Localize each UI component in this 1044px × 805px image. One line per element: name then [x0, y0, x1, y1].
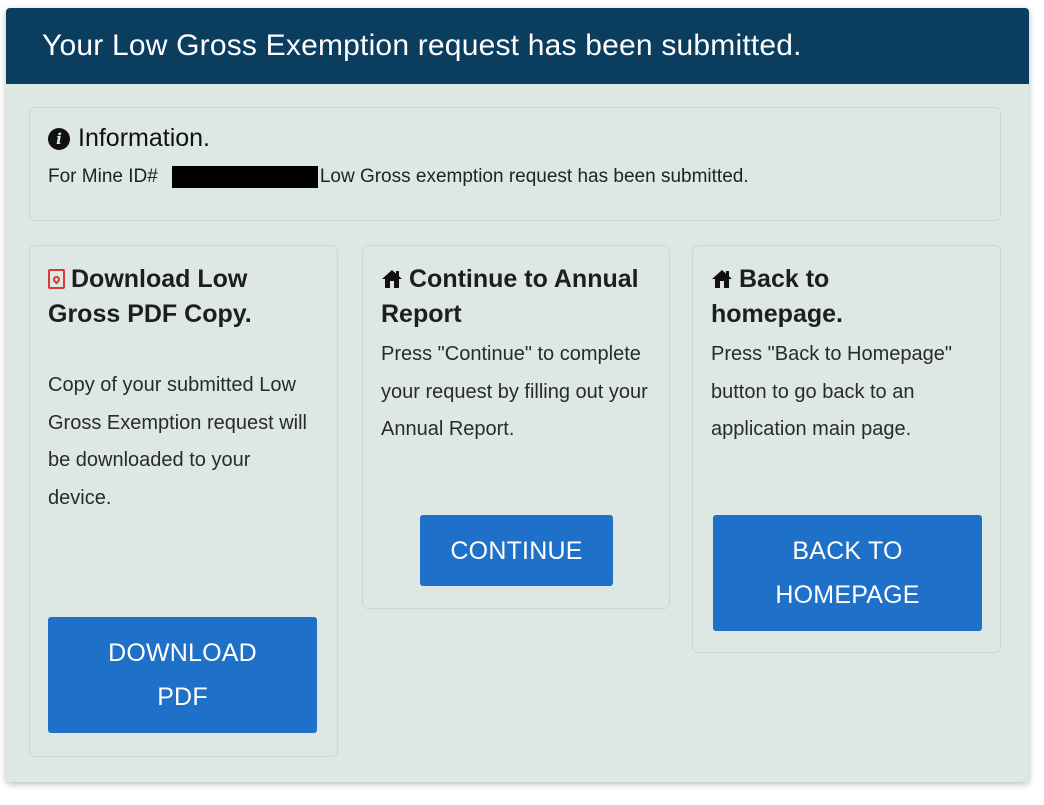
continue-card-description: Press "Continue" to complete your reques… [381, 343, 648, 440]
download-card-description: Copy of your submitted Low Gross Exempti… [48, 374, 307, 509]
homepage-card-description: Press "Back to Homepage" button to go ba… [711, 343, 952, 440]
info-circle-icon: i [48, 127, 70, 150]
mine-id-label: For Mine ID# [48, 166, 158, 187]
information-message: For Mine ID# Low Gross exemption request… [48, 166, 982, 188]
submission-message: Low Gross exemption request has been sub… [319, 166, 749, 187]
home-icon [711, 269, 733, 289]
home-icon [381, 269, 403, 289]
submission-panel: Your Low Gross Exemption request has bee… [6, 8, 1029, 782]
information-heading: i Information. [48, 124, 982, 153]
homepage-card-title: Back to homepage. [711, 265, 843, 328]
information-title: Information. [78, 124, 211, 152]
panel-header: Your Low Gross Exemption request has bee… [6, 8, 1029, 84]
redacted-mine-id [171, 166, 318, 188]
file-pdf-icon [48, 269, 65, 289]
page-title: Your Low Gross Exemption request has bee… [42, 29, 802, 62]
continue-card-title: Continue to Annual Report [381, 265, 639, 328]
continue-button[interactable]: CONTINUE [420, 515, 613, 586]
download-pdf-button[interactable]: DOWNLOAD PDF [48, 617, 317, 733]
information-box: i Information. For Mine ID# Low Gross ex… [29, 107, 1001, 221]
download-pdf-card: Download Low Gross PDF Copy. Copy of you… [29, 245, 338, 757]
back-to-homepage-button[interactable]: BACK TO HOMEPAGE [713, 515, 982, 631]
download-card-title: Download Low Gross PDF Copy. [48, 265, 252, 328]
continue-card: Continue to Annual Report Press "Continu… [362, 245, 670, 609]
back-to-homepage-card: Back to homepage. Press "Back to Homepag… [692, 245, 1001, 653]
